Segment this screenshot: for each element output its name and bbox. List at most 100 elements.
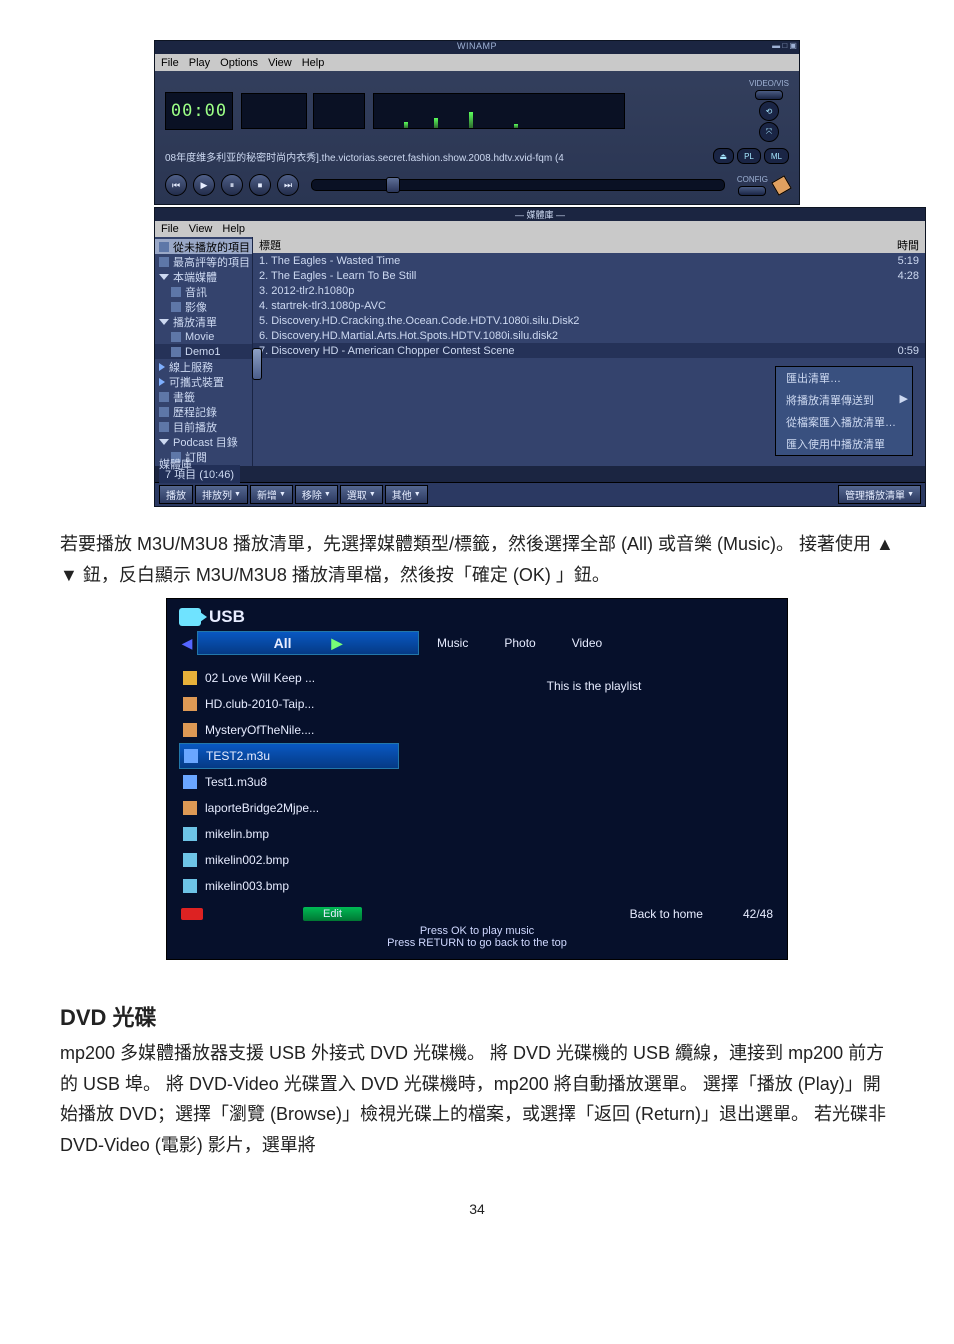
winamp-titlebar[interactable]: WINAMP ▬ □ ▣ xyxy=(155,41,799,54)
pl-pill[interactable]: PL xyxy=(737,148,761,164)
tab-music[interactable]: Music xyxy=(419,632,486,654)
window-buttons[interactable]: ▬ □ ▣ xyxy=(772,41,797,50)
toolbar-button[interactable]: 播放 xyxy=(159,485,193,504)
library-menubar[interactable]: File View Help xyxy=(155,221,925,237)
tree-item[interactable]: Demo1 xyxy=(155,344,252,359)
tree-item-label: 可攜式裝置 xyxy=(169,374,224,389)
tab-all-label: All xyxy=(274,635,292,651)
usb-file-list[interactable]: 02 Love Will Keep ... HD.club-2010-Taip..… xyxy=(179,665,399,899)
file-name: laporteBridge2Mjpe... xyxy=(205,801,319,815)
tree-item[interactable]: 影像 xyxy=(155,299,252,314)
tree-item[interactable]: 歷程記錄 xyxy=(155,404,252,419)
library-tree[interactable]: 從未播放的項目最高評等的項目本端媒體音訊影像播放清單Movie Demo1線上服務… xyxy=(155,237,253,466)
tab-arrow-right[interactable]: ▶ xyxy=(332,635,343,652)
file-list-item[interactable]: TEST2.m3u xyxy=(179,743,399,769)
row-title: 3. 2012-tlr2.h1080p xyxy=(259,285,871,297)
lib-menu-view[interactable]: View xyxy=(189,223,213,235)
col-header-title[interactable]: 標題 xyxy=(253,237,871,253)
toolbar-button[interactable]: 管理播放清單▼ xyxy=(838,485,921,504)
tree-item[interactable]: 從未播放的項目 xyxy=(155,239,252,254)
file-list-item[interactable]: laporteBridge2Mjpe... xyxy=(179,795,399,821)
play-button[interactable]: ▶ xyxy=(193,174,215,196)
toolbar-button[interactable]: 移除▼ xyxy=(295,485,338,504)
menu-file[interactable]: File xyxy=(161,57,179,69)
toolbar-button[interactable]: 排放列▼ xyxy=(195,485,248,504)
edit-button[interactable]: Edit xyxy=(303,907,362,921)
toolbar-button[interactable]: 新增▼ xyxy=(250,485,293,504)
ml-pill[interactable]: ML xyxy=(764,148,789,164)
tree-item[interactable]: 最高評等的項目 xyxy=(155,254,252,269)
prev-button[interactable]: ⏮ xyxy=(165,174,187,196)
library-titlebar[interactable]: — 媒體庫 — xyxy=(155,208,925,221)
file-list-item[interactable]: mikelin003.bmp xyxy=(179,873,399,899)
context-menu-item[interactable]: 匯出清單… xyxy=(776,367,912,389)
playlist-row[interactable]: 3. 2012-tlr2.h1080p xyxy=(253,283,925,298)
tab-photo[interactable]: Photo xyxy=(486,632,553,654)
playlist-row[interactable]: 2. The Eagles - Learn To Be Still4:28 xyxy=(253,268,925,283)
playlist-row[interactable]: 6. Discovery.HD.Martial.Arts.Hot.Spots.H… xyxy=(253,328,925,343)
tree-item[interactable]: 可攜式裝置 xyxy=(155,374,252,389)
tree-item[interactable]: 播放清單 xyxy=(155,314,252,329)
stop-button[interactable]: ⏹ xyxy=(249,174,271,196)
item-icon xyxy=(159,422,169,432)
playlist-row[interactable]: 5. Discovery.HD.Cracking.the.Ocean.Code.… xyxy=(253,313,925,328)
paragraph-1: 若要播放 M3U/M3U8 播放清單，先選擇媒體類型/標籤，然後選擇全部 (Al… xyxy=(60,529,894,590)
col-header-time[interactable]: 時間 xyxy=(871,237,925,253)
tab-arrow-left[interactable]: ◀ xyxy=(177,635,197,652)
button-label: 新增 xyxy=(257,487,277,502)
menu-options[interactable]: Options xyxy=(220,57,258,69)
lib-menu-file[interactable]: File xyxy=(161,223,179,235)
side-button-a[interactable]: ⟲ xyxy=(759,101,779,121)
tree-item[interactable]: 音訊 xyxy=(155,284,252,299)
playlist-row[interactable]: 1. The Eagles - Wasted Time5:19 xyxy=(253,253,925,268)
file-list-item[interactable]: mikelin002.bmp xyxy=(179,847,399,873)
tree-item[interactable]: 線上服務 xyxy=(155,359,252,374)
tree-item[interactable]: Podcast 目錄 xyxy=(155,434,252,449)
chevron-right-icon xyxy=(159,378,165,386)
tab-video[interactable]: Video xyxy=(554,632,620,654)
tree-item-label: Demo1 xyxy=(185,346,220,358)
chevron-down-icon xyxy=(159,319,169,325)
menu-play[interactable]: Play xyxy=(189,57,210,69)
dropdown-arrow-icon: ▼ xyxy=(234,491,241,498)
side-roller-1[interactable] xyxy=(755,90,783,100)
file-name: mikelin.bmp xyxy=(205,827,269,841)
context-menu-item[interactable]: 將播放清單傳送到▶ xyxy=(776,389,912,411)
config-roller[interactable] xyxy=(738,186,766,196)
winamp-menubar[interactable]: File Play Options View Help xyxy=(155,54,799,71)
pause-button[interactable]: ⏸ xyxy=(221,174,243,196)
tree-item[interactable]: Movie xyxy=(155,329,252,344)
menu-view[interactable]: View xyxy=(268,57,292,69)
context-menu-item[interactable]: 匯入使用中播放清單 xyxy=(776,433,912,455)
tree-item-label: 影像 xyxy=(185,299,207,314)
splitter-handle[interactable] xyxy=(252,348,262,380)
menu-help[interactable]: Help xyxy=(302,57,325,69)
file-list-item[interactable]: 02 Love Will Keep ... xyxy=(179,665,399,691)
playlist-row[interactable]: 4. startrek-tlr3.1080p-AVC xyxy=(253,298,925,313)
library-footer-label: 媒體庫 xyxy=(159,456,192,472)
side-button-b[interactable]: ⤧ xyxy=(759,122,779,142)
file-list-item[interactable]: MysteryOfTheNile.... xyxy=(179,717,399,743)
file-list-item[interactable]: HD.club-2010-Taip... xyxy=(179,691,399,717)
playlist-row[interactable]: 7. Discovery HD - American Chopper Conte… xyxy=(253,343,925,358)
context-menu[interactable]: 匯出清單…將播放清單傳送到▶從檔案匯入播放清單…匯入使用中播放清單 xyxy=(775,366,913,456)
context-menu-item[interactable]: 從檔案匯入播放清單… xyxy=(776,411,912,433)
file-list-item[interactable]: Test1.m3u8 xyxy=(179,769,399,795)
pencil-icon[interactable] xyxy=(771,175,791,195)
tree-item[interactable]: 書籤 xyxy=(155,389,252,404)
seek-bar[interactable] xyxy=(311,179,725,191)
eject-pill[interactable]: ⏏ xyxy=(713,148,735,164)
toolbar-button[interactable]: 其他▼ xyxy=(385,485,428,504)
seek-knob[interactable] xyxy=(386,177,400,193)
file-list-item[interactable]: mikelin.bmp xyxy=(179,821,399,847)
tab-all[interactable]: All ▶ xyxy=(197,631,419,655)
lib-menu-help[interactable]: Help xyxy=(222,223,245,235)
next-button[interactable]: ⏭ xyxy=(277,174,299,196)
file-name: 02 Love Will Keep ... xyxy=(205,671,315,685)
back-home-label[interactable]: Back to home xyxy=(630,907,703,921)
red-button-icon[interactable] xyxy=(181,908,203,920)
tree-item[interactable]: 本端媒體 xyxy=(155,269,252,284)
toolbar-button[interactable]: 選取▼ xyxy=(340,485,383,504)
tree-item-label: Podcast 目錄 xyxy=(173,434,238,449)
tree-item[interactable]: 目前播放 xyxy=(155,419,252,434)
